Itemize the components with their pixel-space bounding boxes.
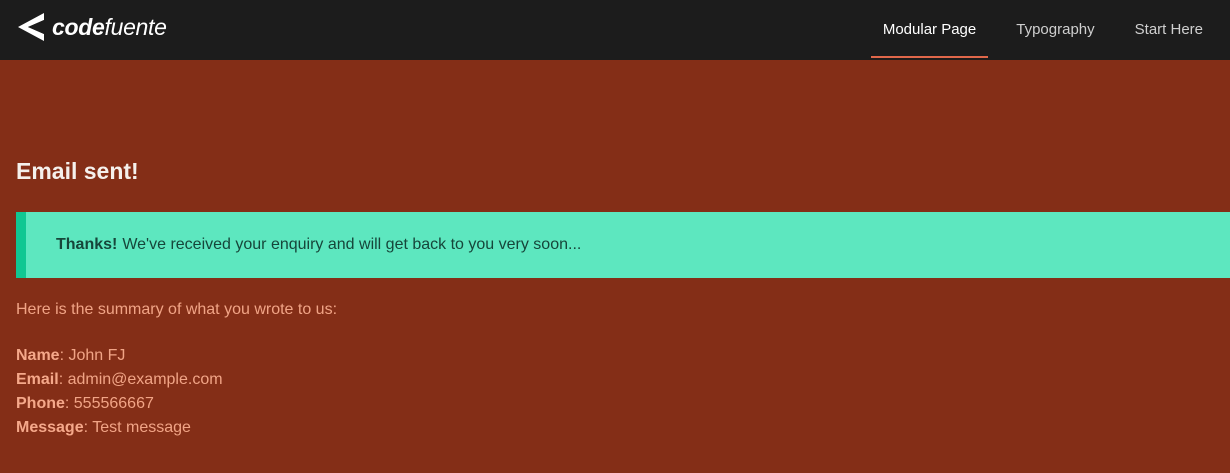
summary-value: admin@example.com <box>67 371 223 388</box>
success-alert: Thanks! We've received your enquiry and … <box>16 212 1230 278</box>
nav-item-start-here[interactable]: Start Here <box>1123 0 1215 58</box>
main-nav: Modular Page Typography Start Here <box>870 0 1230 60</box>
summary-row-phone: Phone: 555566667 <box>16 395 154 412</box>
alert-message: We've received your enquiry and will get… <box>122 236 582 253</box>
summary-row-name: Name: John FJ <box>16 347 126 364</box>
summary-label: Email <box>16 371 59 388</box>
page-title: Email sent! <box>16 158 139 184</box>
site-logo[interactable]: codefuente <box>18 12 167 42</box>
logo-text-light: fuente <box>104 14 167 40</box>
logo-text: codefuente <box>52 12 167 42</box>
nav-item-modular-page[interactable]: Modular Page <box>870 0 989 58</box>
summary-row-email: Email: admin@example.com <box>16 371 223 388</box>
nav-item-typography[interactable]: Typography <box>1004 0 1106 58</box>
summary-label: Phone <box>16 395 65 412</box>
summary-intro: Here is the summary of what you wrote to… <box>16 301 338 318</box>
top-navbar: codefuente Modular Page Typography Start… <box>0 0 1230 60</box>
summary-value: John FJ <box>68 347 126 364</box>
summary-label: Message <box>16 419 84 436</box>
logo-text-bold: code <box>52 14 105 40</box>
main-content: Email sent! Thanks! We've received your … <box>16 60 1230 440</box>
summary-value: Test message <box>92 419 191 436</box>
alert-strong-text: Thanks! <box>56 236 118 253</box>
summary-label: Name <box>16 347 60 364</box>
summary-value: 555566667 <box>73 395 154 412</box>
summary-row-message: Message: Test message <box>16 419 191 436</box>
codefuente-logo-icon <box>18 13 44 41</box>
summary-details: Name: John FJ Email: admin@example.com P… <box>16 344 1230 440</box>
